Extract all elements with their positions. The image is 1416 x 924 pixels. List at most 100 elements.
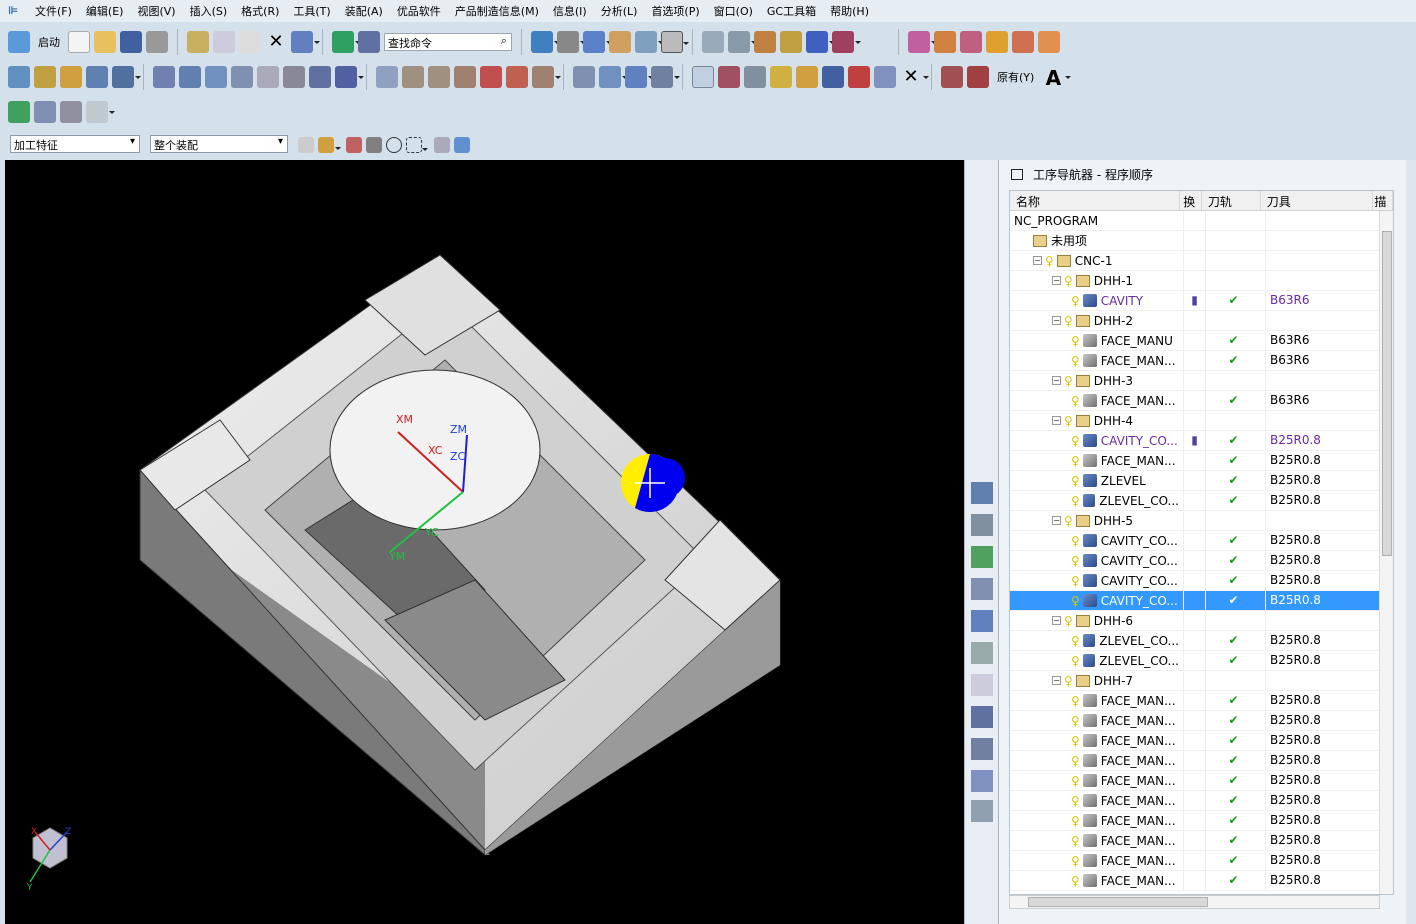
operation-navigator-tab-icon[interactable] — [971, 482, 993, 504]
cut-icon[interactable] — [187, 31, 209, 53]
machine-tool-view-icon[interactable] — [971, 514, 993, 536]
tree-row[interactable]: ♀ FACE_MAN... ✔ B25R0.8 — [1010, 790, 1393, 811]
tree-row[interactable]: ♀ FACE_MAN... ✔ B25R0.8 — [1010, 730, 1393, 751]
open-folder-icon[interactable] — [94, 31, 116, 53]
navigator-pin-icon[interactable] — [1011, 169, 1023, 180]
verify-icon[interactable] — [205, 66, 227, 88]
horizontal-scrollbar[interactable] — [1009, 895, 1380, 909]
tree-row[interactable]: ♀ FACE_MAN... ✔ B63R6 — [1010, 390, 1393, 411]
arc-icon[interactable] — [967, 66, 989, 88]
fit-view-icon[interactable] — [531, 31, 560, 53]
pick-icon[interactable] — [366, 137, 382, 153]
circle-select-icon[interactable] — [386, 137, 402, 153]
tree-row[interactable]: ♀ FACE_MAN... ✔ B25R0.8 — [1010, 450, 1393, 471]
curve-icon[interactable] — [376, 66, 398, 88]
line-icon[interactable] — [941, 66, 963, 88]
geometry-view-icon[interactable] — [971, 546, 993, 568]
wcs-icon[interactable] — [635, 31, 664, 53]
tree-row[interactable]: − ♀ CNC-1 — [1010, 250, 1393, 271]
menu-item-4[interactable]: 格式(R) — [234, 3, 286, 19]
start-button[interactable]: 启动 — [38, 34, 60, 50]
block-icon[interactable] — [822, 66, 844, 88]
create-program-icon[interactable] — [8, 66, 30, 88]
measure-icon[interactable] — [832, 31, 861, 53]
program-order-icon[interactable] — [971, 610, 993, 632]
rectangle-select-icon[interactable] — [406, 137, 428, 153]
method-view-icon[interactable] — [971, 578, 993, 600]
tree-row[interactable]: ♀ CAVITY_CO... ✔ B25R0.8 — [1010, 530, 1393, 551]
collapse-icon[interactable]: − — [1033, 256, 1042, 265]
undo-icon[interactable] — [291, 31, 320, 53]
create-tool-icon[interactable] — [34, 66, 56, 88]
component-icon[interactable] — [934, 31, 956, 53]
tree-row[interactable]: ♀ FACE_MAN... ✔ B25R0.8 — [1010, 850, 1393, 871]
fillet-icon[interactable] — [454, 66, 476, 88]
menu-item-12[interactable]: 窗口(O) — [707, 3, 760, 19]
tree-row[interactable]: ♀ CAVITY_CO... ✔ B25R0.8 — [1010, 550, 1393, 571]
text-mode-dropdown[interactable]: 原有(Y) — [997, 69, 1034, 85]
menu-item-8[interactable]: 产品制造信息(M) — [448, 3, 546, 19]
scope-filter-select[interactable]: 整个装配 — [150, 135, 288, 153]
create-operation-icon[interactable] — [112, 66, 141, 88]
intent-icon[interactable] — [346, 137, 362, 153]
tree-row[interactable]: 未用项 — [1010, 230, 1393, 251]
mold-icon[interactable] — [986, 31, 1008, 53]
background-icon[interactable] — [661, 31, 689, 53]
tree-row[interactable]: ♀ CAVITY ▮ ✔ B63R6 — [1010, 290, 1393, 311]
feature-navigator-icon[interactable] — [971, 642, 993, 664]
remove-icon[interactable] — [1038, 31, 1060, 53]
tree-row[interactable]: − ♀ DHH-6 — [1010, 610, 1393, 631]
check-tool-icon[interactable] — [8, 101, 30, 123]
collapse-icon[interactable]: − — [1052, 676, 1061, 685]
report-icon[interactable] — [971, 770, 993, 792]
sphere-icon[interactable] — [796, 66, 818, 88]
tree-row[interactable]: − ♀ DHH-1 — [1010, 270, 1393, 291]
generate-toolpath-icon[interactable] — [153, 66, 175, 88]
path-icon[interactable] — [86, 101, 115, 123]
tree-row[interactable]: − ♀ DHH-4 — [1010, 410, 1393, 431]
point-set-icon[interactable] — [770, 66, 792, 88]
move-icon[interactable] — [806, 31, 835, 53]
sketch-icon[interactable] — [744, 66, 766, 88]
tree-row[interactable]: ♀ ZLEVEL_CO... ✔ B25R0.8 — [1010, 630, 1393, 651]
type-filter-select[interactable]: 加工特征 — [10, 135, 140, 153]
info-icon[interactable] — [358, 31, 380, 53]
simulate-icon[interactable] — [231, 66, 253, 88]
menu-item-3[interactable]: 插入(S) — [183, 3, 235, 19]
extrude-icon[interactable] — [874, 66, 896, 88]
replay-toolpath-icon[interactable] — [179, 66, 201, 88]
menu-item-5[interactable]: 工具(T) — [286, 3, 337, 19]
text-style-icon[interactable] — [692, 66, 714, 88]
cross-icon[interactable]: ✕ — [900, 66, 929, 88]
history-icon[interactable] — [971, 706, 993, 728]
extend-icon[interactable] — [428, 66, 450, 88]
select-box-icon[interactable] — [625, 66, 654, 88]
tree-row[interactable]: ♀ FACE_MAN... ✔ B25R0.8 — [1010, 870, 1393, 891]
copy-icon[interactable] — [213, 31, 235, 53]
tree-row[interactable]: ♀ CAVITY_CO... ✔ B25R0.8 — [1010, 570, 1393, 591]
trim-icon[interactable] — [402, 66, 424, 88]
tree-row[interactable]: ♀ CAVITY_CO... ✔ B25R0.8 — [1010, 590, 1393, 611]
analysis-icon[interactable] — [780, 31, 802, 53]
command-search-input[interactable]: 查找命令 ⌕ — [384, 33, 512, 51]
tree-row[interactable]: ♀ FACE_MAN... ✔ B25R0.8 — [1010, 770, 1393, 791]
tool-icon[interactable] — [754, 31, 776, 53]
text-icon[interactable]: A — [1042, 66, 1072, 90]
menu-item-9[interactable]: 信息(I) — [546, 3, 594, 19]
menu-item-0[interactable]: 文件(F) — [28, 3, 79, 19]
tree-row[interactable]: NC_PROGRAM — [1010, 210, 1393, 231]
menu-item-13[interactable]: GC工具箱 — [760, 3, 823, 19]
shading-icon[interactable] — [557, 31, 586, 53]
point-icon[interactable] — [573, 66, 595, 88]
tree-row[interactable]: ♀ FACE_MAN... ✔ B63R6 — [1010, 350, 1393, 371]
menu-item-2[interactable]: 视图(V) — [130, 3, 182, 19]
subtract-icon[interactable] — [848, 66, 870, 88]
tree-row[interactable]: − ♀ DHH-5 — [1010, 510, 1393, 531]
tool-list-icon[interactable] — [34, 101, 56, 123]
collapse-icon[interactable]: − — [1052, 416, 1061, 425]
collapse-icon[interactable]: − — [1052, 376, 1061, 385]
snap-point-icon[interactable] — [318, 137, 341, 153]
cube-icon[interactable] — [454, 137, 470, 153]
graphics-viewport[interactable]: XM XC ZM ZC YM YC X Z Y — [5, 160, 964, 924]
tree-row[interactable]: ♀ FACE_MAN... ✔ B25R0.8 — [1010, 810, 1393, 831]
